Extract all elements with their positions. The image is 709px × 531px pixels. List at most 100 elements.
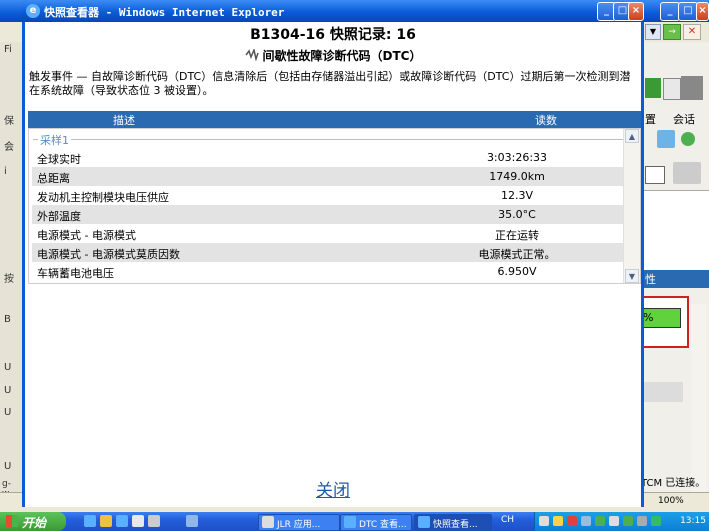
quicklaunch-app-icon[interactable] — [132, 515, 144, 527]
table-row: 电源模式 - 电源模式 正在运转 — [32, 224, 623, 243]
intermittent-icon — [244, 49, 259, 61]
bg-char: 会 — [4, 142, 14, 153]
refresh-icon[interactable]: ✕ — [683, 24, 701, 40]
quicklaunch-tool-icon[interactable] — [148, 515, 160, 527]
background-left-strip: Fi 保 会 i 按 B U U U U g-w java — [0, 42, 22, 512]
row-value: 35.0°C — [498, 208, 536, 221]
column-description: 描述 — [113, 114, 135, 127]
row-value: 正在运转 — [495, 229, 539, 242]
bg-char: U — [4, 461, 12, 472]
system-tray: CH 13:15 — [501, 512, 709, 531]
show-desktop-icon[interactable] — [186, 515, 198, 527]
ie-icon: e — [26, 4, 40, 18]
row-label: 车辆蓄电池电压 — [37, 267, 114, 280]
windows-flag-icon — [6, 515, 18, 527]
tray-icon[interactable] — [651, 516, 661, 526]
row-label: 发动机主控制模块电压供应 — [37, 191, 169, 204]
scroll-up-icon[interactable]: ▲ — [625, 129, 639, 143]
table-row: 发动机主控制模块电压供应 12.3V — [32, 186, 623, 205]
refresh-green-icon[interactable] — [681, 132, 695, 146]
snapshot-table: 采样1 全球实时 3:03:26:33 总距离 1749.0km 发动机主控制模… — [28, 128, 641, 284]
trigger-description: 触发事件 — 自故障诊断代码（DTC）信息清除后（包括由存储器溢出引起）或故障诊… — [29, 70, 631, 97]
row-value: 电源模式正常。 — [478, 248, 556, 261]
connection-status: TCM 已连接。 — [641, 478, 706, 489]
nature-label: 性 — [645, 273, 656, 286]
tray-icon[interactable] — [567, 516, 577, 526]
start-label: 开始 — [22, 516, 47, 530]
scroll-down-icon[interactable]: ▼ — [625, 269, 639, 283]
ime-indicator[interactable]: CH — [501, 515, 514, 525]
list-icon[interactable] — [645, 166, 665, 184]
exit-door-icon[interactable] — [681, 76, 703, 100]
ie-task-icon — [344, 516, 356, 528]
bg-scrollbar[interactable] — [691, 304, 707, 494]
bg-minimize-button[interactable]: _ — [660, 2, 680, 21]
background-right-panel: 置 会话 性 % TCM 已连接。 — [641, 42, 709, 512]
settings-label[interactable]: 置 — [645, 111, 656, 127]
bg-char: Fi — [4, 44, 12, 55]
monitor-icon[interactable] — [657, 130, 675, 148]
session-label[interactable]: 会话 — [673, 111, 695, 127]
start-button[interactable]: 开始 — [0, 512, 66, 531]
quicklaunch-folder-icon[interactable] — [100, 515, 112, 527]
table-row: 全球实时 3:03:26:33 — [32, 148, 623, 167]
task-jlr[interactable]: JLR 应用... — [258, 514, 340, 531]
row-value: 3:03:26:33 — [486, 151, 548, 164]
checkbox-tool-icon[interactable] — [663, 78, 681, 100]
row-label: 外部温度 — [37, 210, 81, 223]
dtc-subheading: 间歇性故障诊断代码（DTC） — [25, 47, 641, 64]
sample-legend: 采样1 — [38, 132, 71, 148]
close-link[interactable]: 关闭 — [25, 476, 641, 501]
row-label: 电源模式 - 电源模式 — [37, 229, 136, 242]
bg-char: U — [4, 385, 12, 396]
tray-icon[interactable] — [623, 516, 633, 526]
row-value: 1749.0km — [489, 170, 545, 183]
printer-icon[interactable] — [673, 162, 701, 184]
row-value: 6.950V — [497, 265, 537, 278]
bg-char: B — [4, 314, 11, 325]
row-label: 电源模式 - 电源模式莫质因数 — [37, 248, 180, 261]
row-value: 12.3V — [500, 189, 534, 202]
bg-maximize-button[interactable]: □ — [678, 2, 698, 21]
table-row: 车辆蓄电池电压 6.950V — [32, 262, 623, 281]
zoom-level[interactable]: 100% — [658, 496, 684, 506]
taskbar: 开始 JLR 应用... DTC 查看... 快照查看... CH 13:15 — [0, 512, 709, 531]
table-scrollbar[interactable]: ▲ ▼ — [623, 129, 640, 283]
task-label: JLR 应用... — [277, 520, 321, 530]
bg-char: U — [4, 407, 12, 418]
quicklaunch-browser-icon[interactable] — [116, 515, 128, 527]
row-label: 总距离 — [37, 172, 70, 185]
task-dtc[interactable]: DTC 查看... — [340, 514, 412, 531]
tray-icon[interactable] — [595, 516, 605, 526]
close-window-button[interactable]: × — [628, 2, 644, 21]
page-title: B1304-16 快照记录: 16 — [250, 27, 416, 43]
tray-icon[interactable] — [539, 516, 549, 526]
window-title: 快照查看器 - Windows Internet Explorer — [44, 6, 285, 19]
tray-icon[interactable] — [581, 516, 591, 526]
jlr-icon — [262, 516, 274, 528]
bg-char: i — [4, 166, 7, 177]
task-snapshot[interactable]: 快照查看... — [414, 514, 492, 531]
row-label: 全球实时 — [37, 153, 81, 166]
column-reading: 读数 — [535, 114, 557, 127]
subheading-text: 间歇性故障诊断代码（DTC） — [262, 49, 422, 63]
table-row: 外部温度 35.0°C — [32, 205, 623, 224]
table-rows: 全球实时 3:03:26:33 总距离 1749.0km 发动机主控制模块电压供… — [32, 148, 623, 281]
snapshot-viewer-window: e 快照查看器 - Windows Internet Explorer _ □ … — [22, 0, 644, 507]
bg-close-button[interactable]: × — [696, 2, 709, 21]
green-tool-icon[interactable] — [645, 78, 661, 98]
ie-task-icon — [418, 516, 430, 528]
table-row: 总距离 1749.0km — [32, 167, 623, 186]
go-icon[interactable]: → — [663, 24, 681, 40]
table-row: 电源模式 - 电源模式莫质因数 电源模式正常。 — [32, 243, 623, 262]
quicklaunch-ie-icon[interactable] — [84, 515, 96, 527]
fieldset-line — [33, 139, 624, 140]
tray-icon[interactable] — [553, 516, 563, 526]
preview-pane — [641, 190, 709, 271]
popup-titlebar: e 快照查看器 - Windows Internet Explorer _ □ … — [22, 0, 644, 22]
tray-icon[interactable] — [609, 516, 619, 526]
bg-char: 按 — [4, 274, 14, 285]
tray-icon[interactable] — [637, 516, 647, 526]
clock: 13:15 — [680, 516, 706, 526]
address-dropdown-icon[interactable]: ▼ — [645, 24, 661, 40]
